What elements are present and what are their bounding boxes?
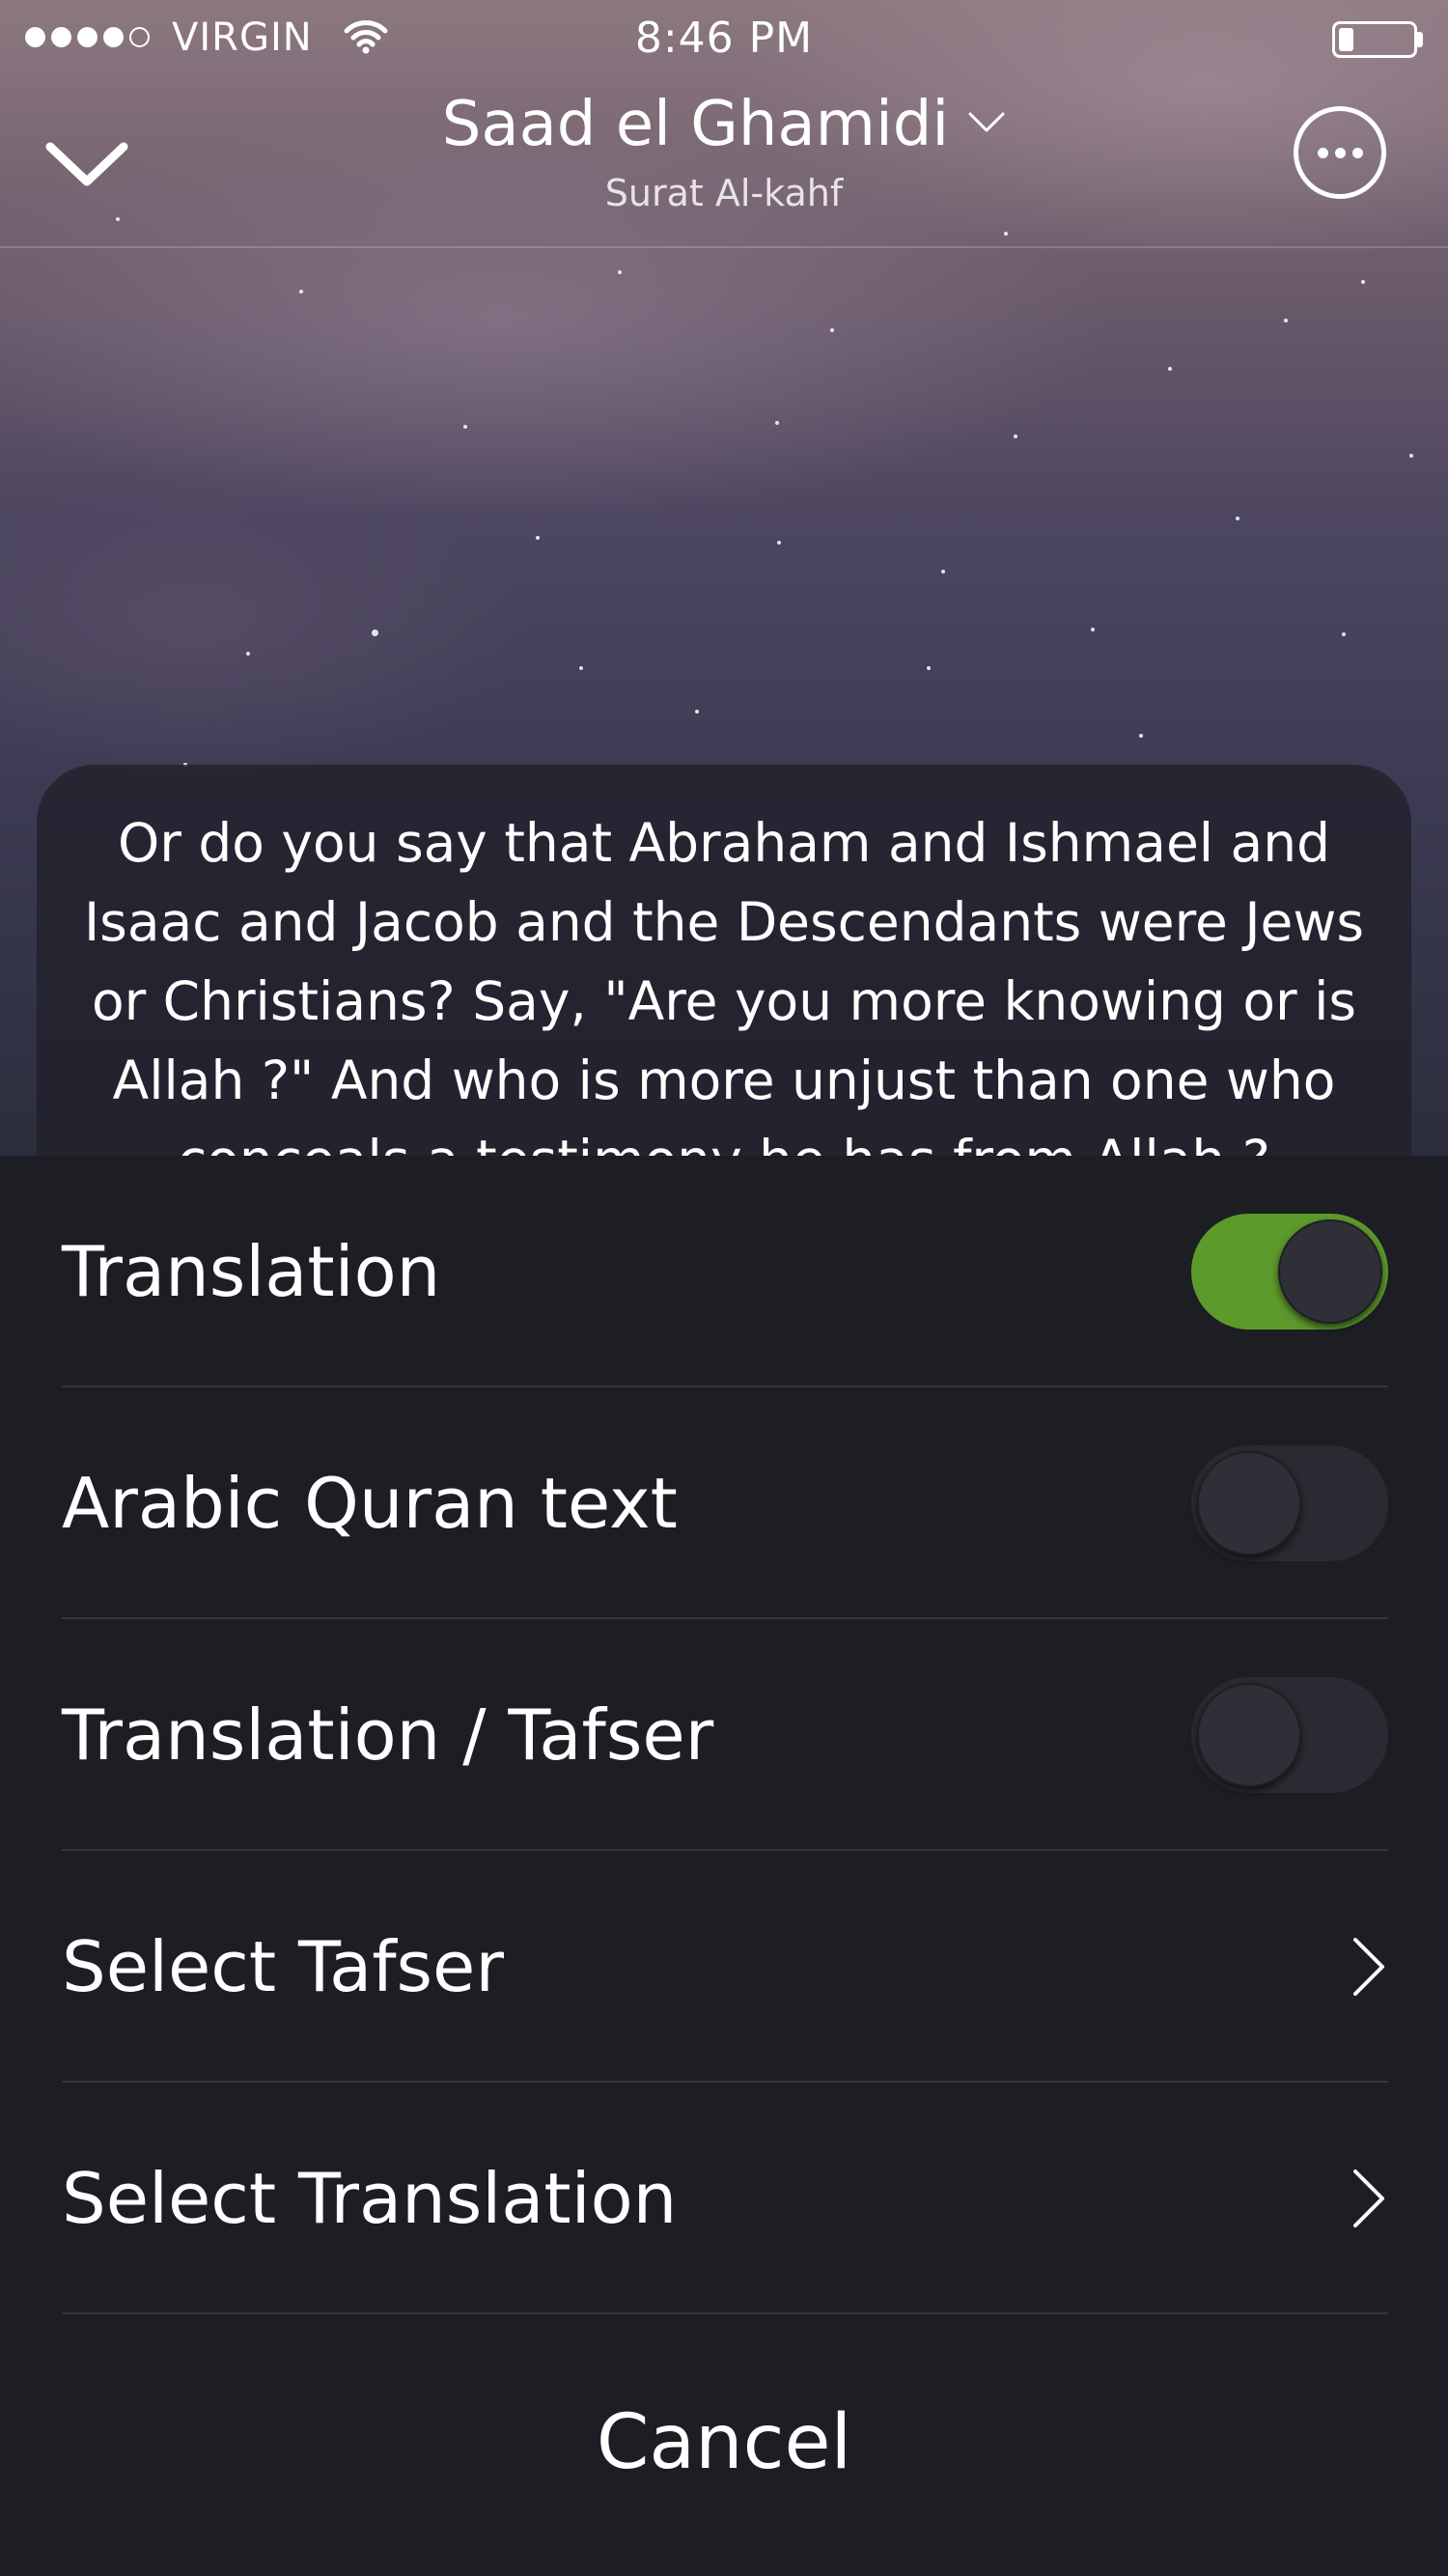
battery-icon [1332,21,1417,58]
toggle-knob [1197,1683,1301,1787]
status-time: 8:46 PM [634,14,814,63]
option-row-select-translation[interactable]: Select Translation [62,2083,1388,2314]
cancel-button[interactable]: Cancel [0,2312,1448,2573]
reciter-dropdown-icon [967,110,1006,139]
option-label: Select Tafser [62,1926,504,2007]
arabic-text-toggle[interactable] [1191,1445,1388,1561]
chevron-right-icon [1353,2170,1384,2227]
reciter-name: Saad el Ghamidi [441,89,950,160]
option-label: Translation / Tafser [62,1694,714,1776]
toggle-knob [1197,1451,1301,1555]
reciter-selector[interactable]: Saad el Ghamidi [0,89,1448,160]
battery-tip [1417,32,1423,47]
battery-level-fill [1339,28,1353,51]
translation-toggle[interactable] [1191,1214,1388,1330]
option-row-select-tafser[interactable]: Select Tafser [62,1851,1388,2083]
translation-tafser-toggle[interactable] [1191,1677,1388,1793]
toggle-knob [1278,1219,1382,1324]
more-options-button[interactable] [1294,106,1386,199]
verse-card: Or do you say that Abraham and Ishmael a… [37,765,1411,1170]
player-header: Saad el Ghamidi Surat Al-kahf [0,77,1448,248]
verse-translation-text: Or do you say that Abraham and Ishmael a… [83,812,1365,1170]
option-row-translation[interactable]: Translation [62,1156,1388,1387]
option-label: Translation [62,1231,441,1312]
surah-name: Surat Al-kahf [604,172,844,214]
player-screen: VIRGIN 8:46 PM Saad el Ghamidi Surat Al-… [0,0,1448,2576]
more-options-icon [1352,148,1363,158]
option-row-arabic-text[interactable]: Arabic Quran text [62,1387,1388,1619]
option-label: Select Translation [62,2158,678,2239]
option-label: Arabic Quran text [62,1463,678,1544]
status-bar: VIRGIN 8:46 PM [0,0,1448,77]
more-options-icon [1335,148,1346,158]
more-options-icon [1318,148,1328,158]
chevron-right-icon [1353,1938,1384,1996]
option-row-translation-tafser[interactable]: Translation / Tafser [62,1619,1388,1851]
